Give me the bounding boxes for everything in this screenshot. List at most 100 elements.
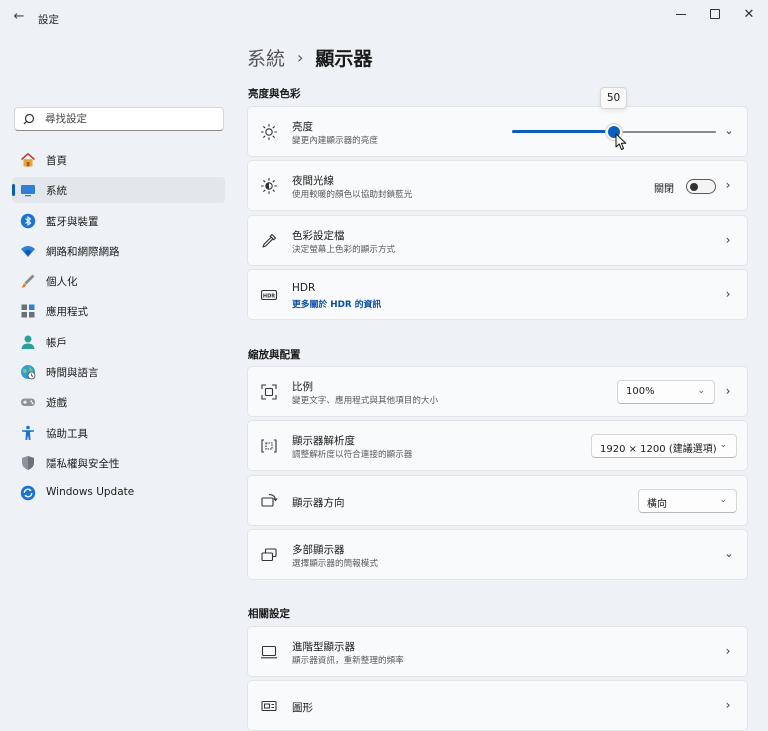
bluetooth-icon: [20, 213, 36, 228]
search-icon: [23, 113, 35, 125]
graphics-card-icon: [261, 700, 277, 712]
chevron-right-icon[interactable]: ›: [722, 698, 734, 712]
sidebar-item-privacy-security[interactable]: 隱私權與安全性: [12, 450, 225, 476]
chevron-right-icon[interactable]: ›: [722, 287, 734, 301]
orientation-icon: [261, 493, 278, 507]
breadcrumb-separator: ›: [297, 48, 304, 67]
sidebar-item-bluetooth[interactable]: 藍牙與裝置: [12, 208, 225, 234]
graphics-card[interactable]: 圖形 ›: [247, 680, 748, 731]
mouse-cursor-icon: [615, 133, 627, 150]
scale-icon: [261, 384, 277, 400]
hdr-title: HDR: [292, 282, 316, 294]
multiple-displays-subtitle: 選擇顯示器的簡報模式: [292, 559, 378, 569]
globe-icon: [21, 365, 36, 380]
chevron-right-icon[interactable]: ›: [722, 178, 734, 192]
search-box[interactable]: [14, 107, 224, 131]
slider-fill: [512, 130, 614, 133]
hdr-icon: HDR: [260, 289, 278, 301]
close-icon: ✕: [743, 6, 755, 22]
scale-value: 100%: [626, 386, 655, 397]
chevron-down-icon: ⌄: [719, 440, 727, 450]
advanced-display-card[interactable]: 進階型顯示器 顯示器資訊，重新整理的頻率 ›: [247, 626, 748, 677]
orientation-value: 橫向: [647, 499, 667, 510]
sidebar-item-gaming[interactable]: 遊戲: [12, 389, 225, 415]
apps-icon: [21, 304, 35, 318]
section-title-brightness-color: 亮度與色彩: [248, 88, 301, 100]
chevron-down-icon: ⌄: [697, 386, 705, 396]
sidebar-item-system[interactable]: 系統: [12, 177, 225, 204]
resolution-subtitle: 調整解析度以符合連接的顯示器: [292, 450, 413, 460]
brush-icon: [21, 274, 35, 288]
advanced-display-subtitle: 顯示器資訊，重新整理的頻率: [292, 656, 404, 666]
system-icon: [21, 185, 35, 197]
resolution-dropdown[interactable]: 1920 × 1200 (建議選項) ⌄: [591, 434, 737, 458]
svg-text:HDR: HDR: [263, 293, 275, 299]
brightness-card[interactable]: 亮度 變更內建顯示器的亮度 ⌄: [247, 106, 748, 157]
sidebar-item-network[interactable]: 網路和網際網路: [12, 238, 225, 264]
sidebar-nav: 首頁 系統 藍牙與裝置 網路和網際網路 個人化 應用程式 帳戶 時間與語言 遊戲…: [12, 147, 225, 511]
orientation-card[interactable]: 顯示器方向 橫向 ⌄: [247, 475, 748, 526]
maximize-icon: [710, 9, 720, 19]
sidebar-item-personalization[interactable]: 個人化: [12, 268, 225, 294]
night-light-toggle-label: 關閉: [654, 184, 674, 195]
title-bar: ← 設定 ✕: [0, 0, 768, 34]
scale-subtitle: 變更文字、應用程式與其他項目的大小: [292, 396, 439, 406]
orientation-dropdown[interactable]: 橫向 ⌄: [638, 489, 737, 513]
minimize-button[interactable]: [668, 5, 694, 23]
breadcrumb-parent-link[interactable]: 系統: [247, 44, 285, 71]
hdr-info-link[interactable]: 更多關於 HDR 的資訊: [292, 297, 381, 310]
maximize-button[interactable]: [702, 5, 728, 23]
chevron-right-icon[interactable]: ›: [722, 384, 734, 398]
orientation-title: 顯示器方向: [292, 497, 345, 509]
scale-card[interactable]: 比例 變更文字、應用程式與其他項目的大小 100% ⌄ ›: [247, 366, 748, 417]
page-title: 顯示器: [315, 48, 373, 70]
night-light-card[interactable]: 夜間光線 使用較暖的顏色以協助封鎖藍光 關閉 ›: [247, 160, 748, 211]
search-input[interactable]: [45, 111, 215, 127]
multiple-displays-card[interactable]: 多部顯示器 選擇顯示器的簡報模式 ⌄: [247, 529, 748, 580]
sidebar-item-home[interactable]: 首頁: [12, 147, 225, 173]
section-title-scale-layout: 縮放與配置: [248, 349, 301, 361]
sidebar-item-accessibility[interactable]: 協助工具: [12, 420, 225, 446]
toggle-knob: [690, 182, 698, 191]
sidebar-item-windows-update[interactable]: Windows Update: [12, 480, 225, 506]
sidebar-item-apps[interactable]: 應用程式: [12, 298, 225, 324]
wifi-icon: [21, 245, 35, 257]
advanced-display-title: 進階型顯示器: [292, 641, 355, 653]
brightness-slider[interactable]: [512, 124, 716, 140]
arrow-left-icon: ←: [13, 9, 25, 24]
night-light-subtitle: 使用較暖的顏色以協助封鎖藍光: [292, 190, 413, 200]
gamepad-icon: [21, 398, 35, 407]
accessibility-icon: [22, 425, 34, 440]
sidebar-item-accounts[interactable]: 帳戶: [12, 329, 225, 355]
app-title: 設定: [38, 14, 59, 26]
color-profile-title: 色彩設定檔: [292, 230, 345, 242]
color-profile-card[interactable]: 色彩設定檔 決定螢幕上色彩的顯示方式 ›: [247, 215, 748, 266]
sidebar-item-time-language[interactable]: 時間與語言: [12, 359, 225, 385]
chevron-right-icon[interactable]: ›: [722, 644, 734, 658]
color-profile-subtitle: 決定螢幕上色彩的顯示方式: [292, 245, 396, 255]
brightness-title: 亮度: [292, 121, 313, 133]
multiple-displays-title: 多部顯示器: [292, 544, 345, 556]
scale-title: 比例: [292, 381, 313, 393]
back-button[interactable]: ←: [10, 9, 28, 25]
slider-value-tooltip: 50: [600, 87, 627, 109]
scale-dropdown[interactable]: 100% ⌄: [617, 380, 715, 404]
section-title-related-settings: 相關設定: [248, 608, 290, 620]
shield-icon: [22, 455, 34, 470]
resolution-title: 顯示器解析度: [292, 435, 355, 447]
chevron-right-icon[interactable]: ›: [722, 233, 734, 247]
close-button[interactable]: ✕: [736, 5, 762, 23]
resolution-icon: [261, 439, 277, 453]
eyedropper-icon: [262, 233, 277, 248]
chevron-down-icon[interactable]: ⌄: [722, 547, 736, 561]
monitor-icon: [261, 645, 277, 659]
night-light-toggle[interactable]: [686, 179, 716, 194]
chevron-down-icon[interactable]: ⌄: [722, 124, 736, 138]
brightness-icon: [260, 123, 278, 141]
resolution-card[interactable]: 顯示器解析度 調整解析度以符合連接的顯示器 1920 × 1200 (建議選項)…: [247, 420, 748, 471]
chevron-down-icon: ⌄: [719, 495, 727, 505]
update-icon: [20, 486, 36, 501]
graphics-title: 圖形: [292, 702, 313, 714]
multiple-displays-icon: [261, 548, 277, 562]
hdr-card[interactable]: HDR HDR 更多關於 HDR 的資訊 ›: [247, 269, 748, 320]
